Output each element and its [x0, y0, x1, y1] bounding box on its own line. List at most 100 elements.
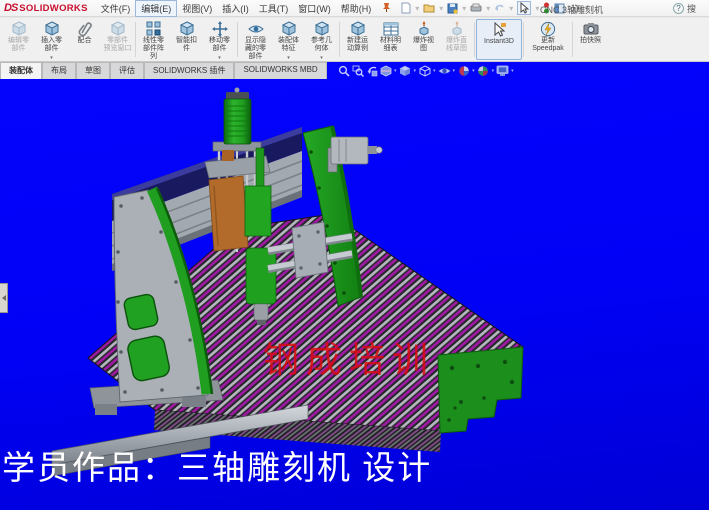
help-icon[interactable]: ?: [673, 3, 684, 14]
plate-cutouts: [123, 293, 171, 382]
ribbon-update-speedpak[interactable]: 更新Speedpak: [525, 19, 571, 60]
menu-help[interactable]: 帮助(H): [336, 1, 377, 16]
reference-geometry-icon: [313, 21, 331, 37]
ribbon-show-hidden-components[interactable]: 显示隐藏的零部件: [239, 19, 272, 60]
ribbon-mate[interactable]: 配合: [68, 19, 101, 60]
z-motor: [224, 88, 251, 145]
linear-pattern-icon: [145, 21, 163, 37]
z-slide-block: [245, 186, 271, 236]
ds-logo-icon: DS: [4, 2, 17, 14]
zoom-area-icon[interactable]: [351, 64, 364, 77]
hide-show-items-icon[interactable]: [438, 64, 451, 77]
feature-manager-collapsed-tab[interactable]: [0, 283, 8, 313]
assembly-features-icon: [280, 21, 298, 37]
instant3d-icon: [490, 22, 508, 38]
tab-solidworks-addins[interactable]: SOLIDWORKS 插件: [144, 62, 234, 79]
solidworks-logo: DS SOLIDWORKS: [0, 2, 96, 14]
edit-component-icon: [10, 21, 28, 37]
plate-screws: [116, 196, 200, 394]
ribbon-reference-geometry[interactable]: 参考几何体▾: [305, 19, 338, 60]
show-hidden-icon: [247, 21, 265, 37]
display-style-icon[interactable]: [418, 64, 431, 77]
mate-icon: [76, 21, 94, 37]
ribbon-linear-pattern[interactable]: 线性零部件阵列: [137, 19, 170, 60]
zoom-fit-icon[interactable]: [337, 64, 350, 77]
table-end-plate: [438, 347, 523, 433]
gantry-beam: [112, 127, 302, 271]
bom-icon: [382, 21, 400, 37]
view-settings-icon[interactable]: [496, 64, 509, 77]
menu-insert[interactable]: 插入(I): [217, 1, 254, 16]
ribbon-explode-line-sketch[interactable]: 爆炸直线草图: [440, 19, 473, 60]
exploded-view-icon: [415, 21, 433, 37]
command-manager-tabs: 装配体 布局 草图 评估 SOLIDWORKS 插件 SOLIDWORKS MB…: [0, 62, 327, 79]
menu-view[interactable]: 视图(V): [177, 1, 217, 16]
apply-scene-icon[interactable]: [477, 64, 490, 77]
ribbon-exploded-view[interactable]: 爆炸视图: [407, 19, 440, 60]
table-bed-surface: [88, 214, 523, 431]
tab-layout[interactable]: 布局: [42, 62, 76, 79]
smart-fasteners-icon: [178, 21, 196, 37]
ribbon-separator: [339, 22, 340, 57]
ribbon-insert-component[interactable]: 插入零部件▾: [35, 19, 68, 60]
print-icon[interactable]: [470, 3, 482, 13]
motion-study-icon: [349, 21, 367, 37]
ribbon-separator: [474, 22, 475, 57]
z-motor-mount: [213, 142, 261, 151]
bearing-block: [292, 222, 328, 278]
ribbon-assembly-features[interactable]: 装配体特征▾: [272, 19, 305, 60]
save-icon[interactable]: [447, 3, 458, 14]
update-speedpak-icon: [539, 21, 557, 37]
select-cursor-icon[interactable]: [517, 1, 531, 15]
tab-evaluate[interactable]: 评估: [110, 62, 144, 79]
ribbon-take-snapshot[interactable]: 拍快照: [574, 19, 607, 60]
heads-up-view-toolbar: ▾ ▾ ▾ ▾ ▾ ▾ ▾: [337, 64, 515, 77]
ribbon-bill-of-materials[interactable]: 材料明细表: [374, 19, 407, 60]
ribbon-new-motion-study[interactable]: 新建运动算例: [341, 19, 374, 60]
new-document-icon[interactable]: [401, 2, 411, 14]
document-title: CNC 3轴雕刻机: [540, 3, 603, 16]
left-plate-foot: [90, 380, 223, 408]
menu-window[interactable]: 窗口(W): [293, 1, 336, 16]
ribbon-instant3d[interactable]: Instant3D: [476, 19, 522, 60]
ribbon-edit-component[interactable]: 编辑零部件: [2, 19, 35, 60]
explode-line-icon: [448, 21, 466, 37]
menu-bar: 文件(F) 编辑(E) 视图(V) 插入(I) 工具(T) 窗口(W) 帮助(H…: [96, 0, 377, 16]
previous-view-icon[interactable]: [365, 64, 378, 77]
move-component-icon: [211, 21, 229, 37]
ribbon-separator: [523, 22, 524, 57]
pushpin-icon[interactable]: [382, 2, 391, 14]
menu-file[interactable]: 文件(F): [96, 1, 136, 16]
title-bar: DS SOLIDWORKS 文件(F) 编辑(E) 视图(V) 插入(I) 工具…: [0, 0, 709, 17]
component-preview-icon: [109, 21, 127, 37]
ribbon-separator: [135, 22, 136, 57]
ribbon-toolbar: 编辑零部件 插入零部件▾ 配合 零部件预览窗口 线性零部件阵列 智能扣件 移动零…: [0, 18, 709, 62]
view-orientation-icon[interactable]: [399, 64, 412, 77]
insert-component-icon: [43, 21, 61, 37]
open-icon[interactable]: [423, 3, 435, 13]
tab-assembly[interactable]: 装配体: [0, 62, 42, 79]
ribbon-move-component[interactable]: 移动零部件▾: [203, 19, 236, 60]
left-gantry-plate: [90, 188, 223, 415]
collapse-arrow-icon: [2, 295, 6, 301]
tab-solidworks-mbd[interactable]: SOLIDWORKS MBD: [234, 62, 326, 79]
menu-edit[interactable]: 编辑(E): [135, 0, 177, 17]
x-axis-rods: [268, 236, 352, 269]
guide-rods: [219, 151, 255, 228]
z-axis-assembly: [205, 88, 352, 326]
graphics-area[interactable]: ▾ ▾ ▾ ▾ ▾ ▾ ▾: [0, 62, 709, 510]
ribbon-component-preview[interactable]: 零部件预览窗口: [101, 19, 134, 60]
right-gantry-plate: [303, 126, 382, 306]
search-hint: 搜: [687, 2, 696, 15]
section-view-icon[interactable]: [379, 64, 392, 77]
undo-icon[interactable]: [494, 3, 505, 13]
menu-tools[interactable]: 工具(T): [254, 1, 294, 16]
tab-sketch[interactable]: 草图: [76, 62, 110, 79]
help-zone[interactable]: ? 搜: [673, 2, 709, 15]
z-rail-bar: [256, 148, 264, 192]
ribbon-separator: [572, 22, 573, 57]
snapshot-icon: [582, 21, 600, 37]
copper-plate: [209, 176, 248, 251]
ribbon-smart-fasteners[interactable]: 智能扣件: [170, 19, 203, 60]
edit-appearance-icon[interactable]: [457, 64, 470, 77]
